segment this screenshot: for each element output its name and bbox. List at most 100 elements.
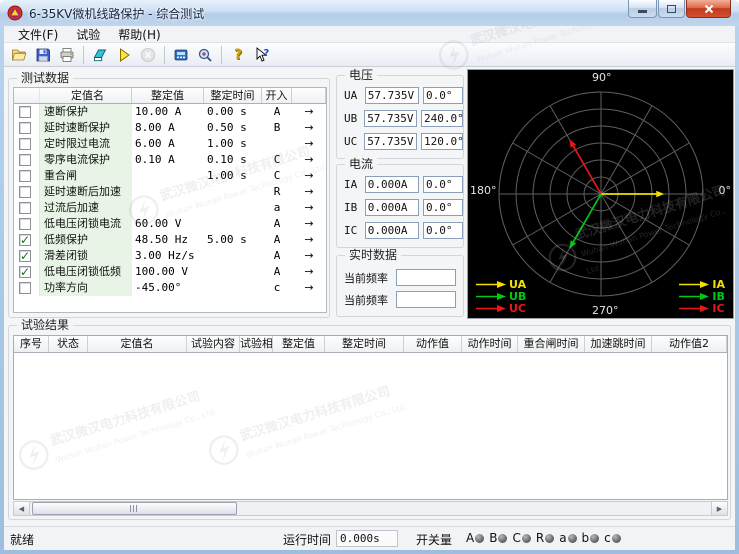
row-checkbox[interactable] <box>19 250 31 262</box>
uc-angle-field[interactable]: 120.0° <box>421 133 463 150</box>
minimize-button[interactable] <box>628 0 657 18</box>
setting-input <box>262 136 292 152</box>
send-arrow-button[interactable]: → <box>292 168 326 184</box>
ub-angle-field[interactable]: 240.0° <box>421 110 463 127</box>
setting-time: 1.00 s <box>204 168 262 184</box>
send-arrow-button[interactable]: → <box>292 120 326 136</box>
start-test-button[interactable] <box>112 44 136 66</box>
table-row[interactable]: 功率方向-45.00°c→ <box>14 280 326 296</box>
switch-label: b <box>582 531 590 545</box>
send-arrow-button[interactable]: → <box>292 136 326 152</box>
save-icon <box>35 47 51 63</box>
table-row[interactable]: 低频保护48.50 Hz5.00 sA→ <box>14 232 326 248</box>
print-button[interactable] <box>55 44 79 66</box>
ua-value-field[interactable]: 57.735V <box>365 87 419 104</box>
app-window: 6-35KV微机线路保护 - 综合测试 文件(F) 试验 帮助(H) <box>0 0 739 554</box>
results-col-content[interactable]: 试验内容 <box>187 336 240 352</box>
title-bar[interactable]: 6-35KV微机线路保护 - 综合测试 <box>0 0 739 26</box>
instrument-button[interactable] <box>169 44 193 66</box>
table-row[interactable]: 低电压闭锁低频100.00 VA→ <box>14 264 326 280</box>
save-button[interactable] <box>31 44 55 66</box>
results-col-index[interactable]: 序号 <box>14 336 49 352</box>
row-checkbox[interactable] <box>19 202 31 214</box>
ib-angle-field[interactable]: 0.0° <box>423 199 463 216</box>
setting-name: 低电压闭锁电流 <box>40 216 132 232</box>
results-col-reclose-time[interactable]: 重合闸时间 <box>518 336 585 352</box>
switch-led-icon <box>475 534 484 543</box>
setting-time <box>204 264 262 280</box>
send-arrow-button[interactable]: → <box>292 152 326 168</box>
results-col-setvalue[interactable]: 整定值 <box>273 336 325 352</box>
row-checkbox[interactable] <box>19 106 31 118</box>
stop-test-button[interactable] <box>136 44 160 66</box>
menu-file[interactable]: 文件(F) <box>9 26 67 43</box>
send-arrow-button[interactable]: → <box>292 200 326 216</box>
send-arrow-button[interactable]: → <box>292 232 326 248</box>
setting-time: 0.10 s <box>204 152 262 168</box>
results-col-accel-time[interactable]: 加速跳时间 <box>585 336 652 352</box>
row-checkbox[interactable] <box>19 170 31 182</box>
context-help-icon: ? <box>254 47 270 63</box>
context-help-button[interactable]: ? <box>250 44 274 66</box>
ia-value-field[interactable]: 0.000A <box>365 176 419 193</box>
ib-value-field[interactable]: 0.000A <box>365 199 419 216</box>
table-row[interactable]: 过流后加速a→ <box>14 200 326 216</box>
results-col-settime[interactable]: 整定时间 <box>325 336 404 352</box>
voltage-row-ub: UB57.735V240.0° <box>344 110 463 126</box>
ic-value-field[interactable]: 0.000A <box>365 222 419 239</box>
ic-angle-field[interactable]: 0.0° <box>423 222 463 239</box>
send-arrow-button[interactable]: → <box>292 280 326 296</box>
close-button[interactable] <box>686 0 731 18</box>
row-checkbox[interactable] <box>19 266 31 278</box>
setting-value <box>132 184 204 200</box>
setting-value: 10.00 A <box>132 104 204 120</box>
row-checkbox[interactable] <box>19 218 31 230</box>
results-col-acttime[interactable]: 动作时间 <box>462 336 518 352</box>
row-checkbox[interactable] <box>19 234 31 246</box>
scroll-left-button[interactable]: ◀ <box>14 502 30 515</box>
table-row[interactable]: 延时速断保护8.00 A0.50 sB→ <box>14 120 326 136</box>
maximize-button[interactable] <box>658 0 685 18</box>
results-col-actvalue[interactable]: 动作值 <box>404 336 462 352</box>
send-arrow-button[interactable]: → <box>292 248 326 264</box>
send-arrow-button[interactable]: → <box>292 264 326 280</box>
table-row[interactable]: 延时速断后加速R→ <box>14 184 326 200</box>
open-button[interactable] <box>7 44 31 66</box>
send-arrow-button[interactable]: → <box>292 184 326 200</box>
setting-time: 0.50 s <box>204 120 262 136</box>
zoom-button[interactable] <box>193 44 217 66</box>
uc-value-field[interactable]: 57.735V <box>364 133 417 150</box>
results-col-name[interactable]: 定值名 <box>88 336 187 352</box>
table-row[interactable]: 速断保护10.00 A0.00 sA→ <box>14 104 326 120</box>
table-row[interactable]: 重合闸1.00 sC→ <box>14 168 326 184</box>
help-button[interactable]: ? <box>226 44 250 66</box>
report-button[interactable] <box>88 44 112 66</box>
menu-help[interactable]: 帮助(H) <box>109 26 169 43</box>
table-row[interactable]: 定时限过电流6.00 A1.00 s→ <box>14 136 326 152</box>
send-arrow-button[interactable]: → <box>292 104 326 120</box>
send-arrow-button[interactable]: → <box>292 216 326 232</box>
row-checkbox[interactable] <box>19 186 31 198</box>
table-row[interactable]: 零序电流保护0.10 A0.10 sC→ <box>14 152 326 168</box>
current-row-ib: IB0.000A0.0° <box>344 199 463 215</box>
print-icon <box>59 47 75 63</box>
row-checkbox[interactable] <box>19 154 31 166</box>
results-col-phase[interactable]: 试验相 <box>240 336 273 352</box>
table-row[interactable]: 滑差闭锁3.00 Hz/sA→ <box>14 248 326 264</box>
legend-arrow-icon <box>679 304 709 313</box>
frequency-readout <box>396 269 456 286</box>
ub-value-field[interactable]: 57.735V <box>364 110 417 127</box>
results-col-actvalue2[interactable]: 动作值2 <box>652 336 727 352</box>
row-checkbox[interactable] <box>19 138 31 150</box>
horizontal-scrollbar[interactable]: ◀ ▶ <box>13 501 728 516</box>
scroll-right-button[interactable]: ▶ <box>711 502 727 515</box>
results-col-status[interactable]: 状态 <box>49 336 88 352</box>
scrollbar-thumb[interactable] <box>32 502 237 515</box>
row-checkbox[interactable] <box>19 282 31 294</box>
ua-angle-field[interactable]: 0.0° <box>423 87 463 104</box>
table-row[interactable]: 低电压闭锁电流60.00 VA→ <box>14 216 326 232</box>
ia-angle-field[interactable]: 0.0° <box>423 176 463 193</box>
setting-value: 60.00 V <box>132 216 204 232</box>
row-checkbox[interactable] <box>19 122 31 134</box>
menu-test[interactable]: 试验 <box>67 26 109 43</box>
